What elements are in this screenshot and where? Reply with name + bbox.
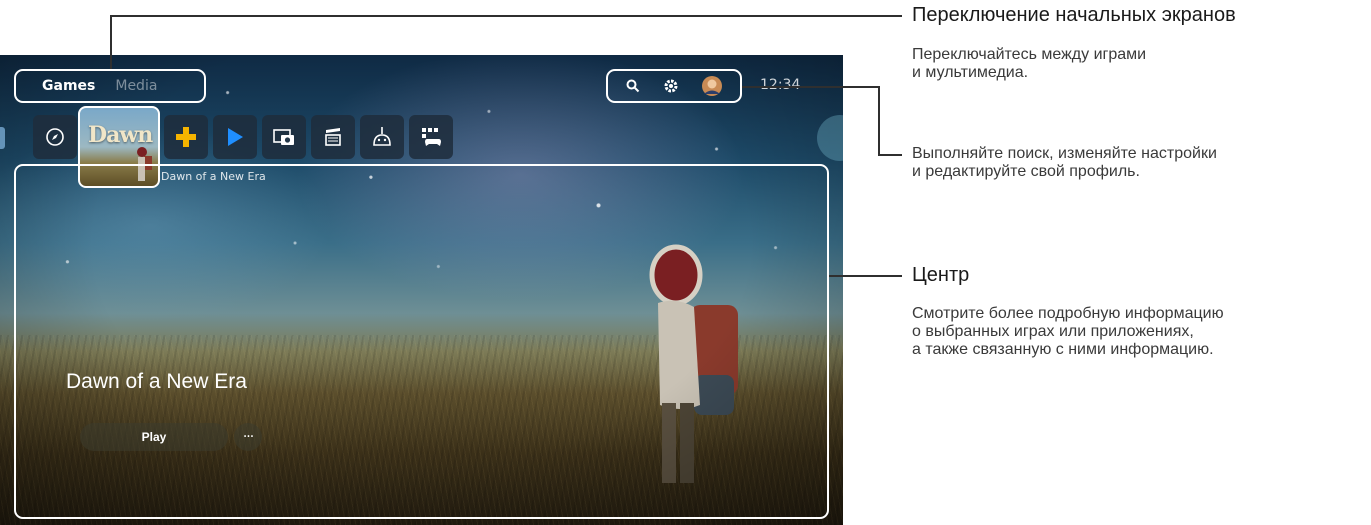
utility-bar bbox=[606, 69, 742, 103]
game-title: Dawn of a New Era bbox=[66, 370, 247, 393]
game-logo: Dawn bbox=[88, 122, 153, 148]
avatar[interactable] bbox=[701, 75, 723, 97]
media-gallery-tile[interactable] bbox=[262, 115, 306, 159]
game-library-icon bbox=[373, 127, 391, 146]
media-gallery-icon bbox=[273, 129, 294, 145]
game-base-tile[interactable] bbox=[409, 115, 453, 159]
callout-line bbox=[110, 15, 902, 17]
callout-line bbox=[829, 275, 902, 277]
callout-switch-desc: Переключайтесь между играми и мультимеди… bbox=[912, 46, 1147, 81]
ps5-home-screen: Games Media 12:34 Dawn Dawn of a New Era… bbox=[0, 55, 843, 525]
explore-icon bbox=[46, 128, 64, 146]
home-switcher[interactable]: Games Media bbox=[14, 69, 206, 103]
play-button[interactable]: Play bbox=[80, 423, 228, 451]
callout-switch-title: Переключение начальных экранов bbox=[912, 4, 1236, 26]
row-edge-indicator bbox=[0, 127, 5, 149]
explore-tile[interactable] bbox=[33, 115, 77, 159]
callout-hub-desc: Смотрите более подробную информацию о вы… bbox=[912, 305, 1224, 358]
tv-video-icon bbox=[325, 128, 341, 146]
game-library-tile[interactable] bbox=[360, 115, 404, 159]
callout-line bbox=[742, 86, 880, 88]
ps-plus-tile[interactable] bbox=[164, 115, 208, 159]
callout-line bbox=[110, 15, 112, 69]
clock: 12:34 bbox=[760, 77, 801, 93]
tab-games[interactable]: Games bbox=[42, 78, 95, 94]
search-icon[interactable] bbox=[625, 78, 641, 94]
tv-video-tile[interactable] bbox=[311, 115, 355, 159]
callout-utility-desc: Выполняйте поиск, изменяйте настройки и … bbox=[912, 145, 1217, 180]
ps-store-icon bbox=[228, 128, 243, 146]
hub-frame bbox=[14, 164, 829, 519]
callout-line bbox=[878, 86, 880, 156]
more-options-button[interactable]: ··· bbox=[234, 423, 262, 451]
tab-media[interactable]: Media bbox=[115, 78, 157, 94]
callout-line bbox=[878, 154, 902, 156]
ps-plus-icon bbox=[176, 127, 196, 147]
ps-store-tile[interactable] bbox=[213, 115, 257, 159]
game-base-icon bbox=[422, 128, 441, 146]
gear-icon[interactable] bbox=[662, 77, 680, 95]
callout-hub-title: Центр bbox=[912, 264, 970, 286]
